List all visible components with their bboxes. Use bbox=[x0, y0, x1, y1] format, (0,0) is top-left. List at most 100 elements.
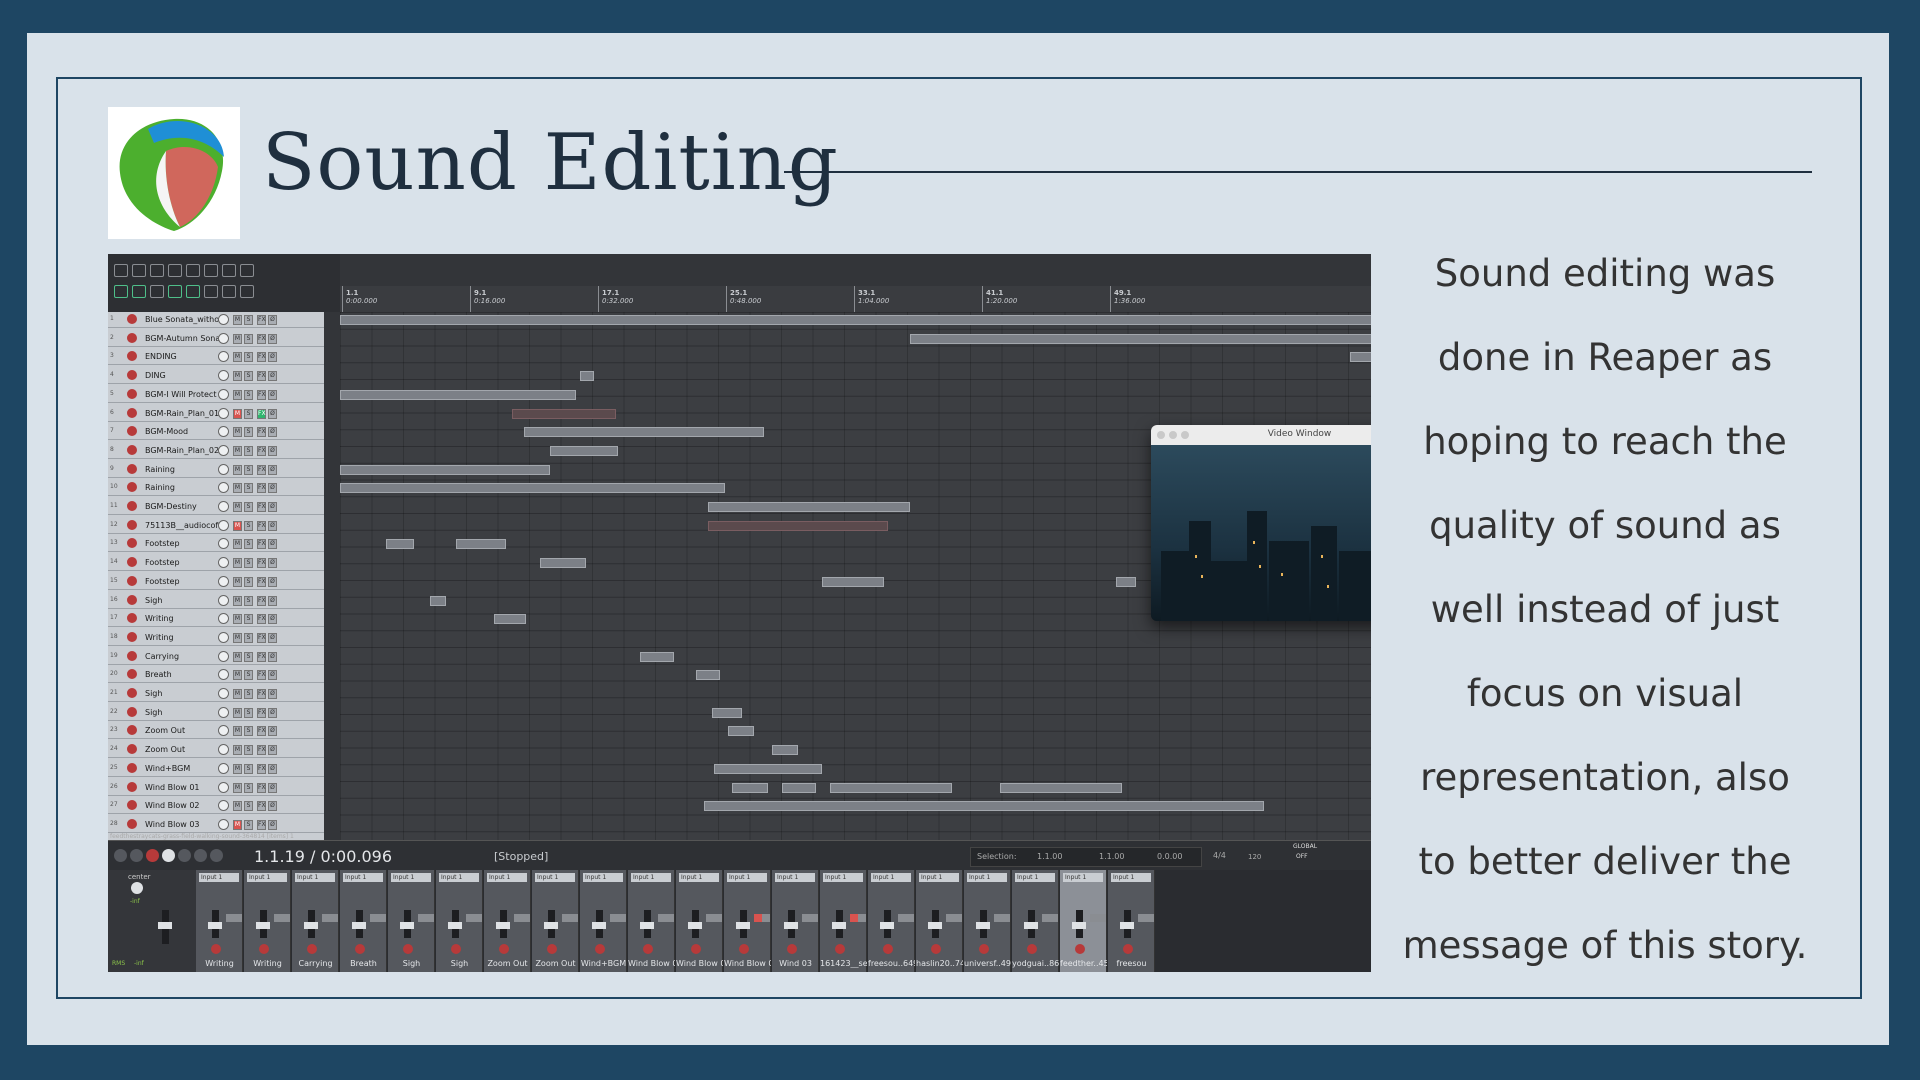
strip-name[interactable]: Sigh bbox=[388, 959, 435, 968]
open-project-icon[interactable] bbox=[132, 264, 146, 277]
input-selector[interactable]: Input 1 bbox=[775, 873, 815, 882]
mute-button[interactable] bbox=[706, 914, 714, 922]
track-name[interactable]: Blue Sonata_withou bbox=[145, 315, 219, 325]
phase-button[interactable]: Ø bbox=[268, 614, 277, 625]
mute-button[interactable]: M bbox=[233, 763, 242, 774]
rewind-icon[interactable] bbox=[130, 849, 143, 862]
record-arm-icon[interactable] bbox=[127, 370, 137, 381]
phase-button[interactable]: Ø bbox=[268, 707, 277, 718]
volume-knob[interactable] bbox=[218, 426, 229, 438]
record-arm-icon[interactable] bbox=[595, 944, 605, 954]
solo-button[interactable] bbox=[906, 914, 914, 922]
volume-knob[interactable] bbox=[218, 314, 229, 325]
mute-button[interactable] bbox=[226, 914, 234, 922]
record-arm-icon[interactable] bbox=[1027, 944, 1037, 954]
solo-button[interactable] bbox=[234, 914, 242, 922]
record-arm-icon[interactable] bbox=[127, 688, 137, 698]
video-window[interactable]: Video Window bbox=[1151, 425, 1371, 621]
track-name[interactable]: Raining bbox=[145, 483, 219, 493]
fader-handle[interactable] bbox=[1024, 922, 1038, 929]
track-row[interactable]: 13 Footstep M S FX Ø bbox=[108, 536, 324, 553]
metronome-icon[interactable] bbox=[222, 264, 236, 277]
track-name[interactable]: Sigh bbox=[145, 596, 219, 606]
input-selector[interactable]: Input 1 bbox=[247, 873, 287, 882]
strip-name[interactable]: Writing bbox=[196, 959, 243, 968]
solo-button[interactable] bbox=[714, 914, 722, 922]
phase-button[interactable]: Ø bbox=[268, 389, 277, 400]
media-item[interactable] bbox=[822, 576, 884, 587]
strip-name[interactable]: Zoom Out bbox=[532, 959, 579, 968]
record-arm-icon[interactable] bbox=[1123, 944, 1133, 954]
mute-button[interactable]: M bbox=[233, 576, 242, 587]
input-selector[interactable]: Input 1 bbox=[679, 873, 719, 882]
record-arm-icon[interactable] bbox=[787, 944, 797, 954]
phase-button[interactable]: Ø bbox=[268, 427, 277, 438]
mixer-strip[interactable]: Input 1 Breath bbox=[340, 870, 387, 972]
mixer-strip[interactable]: Input 1 feedther..4514 bbox=[1060, 870, 1107, 972]
mute-button[interactable]: M bbox=[233, 707, 242, 718]
solo-button[interactable]: S bbox=[244, 352, 253, 363]
media-item[interactable] bbox=[708, 502, 910, 512]
mute-button[interactable] bbox=[658, 914, 666, 922]
track-row[interactable]: 28 Wind Blow 03 M S FX Ø bbox=[108, 817, 324, 833]
mute-button[interactable] bbox=[1042, 914, 1050, 922]
media-item[interactable] bbox=[430, 595, 446, 606]
phase-button[interactable]: Ø bbox=[268, 539, 277, 550]
fx-button[interactable]: FX bbox=[257, 464, 266, 475]
fx-button[interactable]: FX bbox=[257, 352, 266, 363]
fx-button[interactable]: FX bbox=[257, 576, 266, 587]
record-arm-icon[interactable] bbox=[127, 650, 137, 661]
selection-length[interactable]: 0.0.00 bbox=[1157, 852, 1182, 861]
strip-name[interactable]: haslin20..7459 bbox=[916, 959, 963, 968]
volume-knob[interactable] bbox=[218, 688, 229, 699]
record-arm-icon[interactable] bbox=[643, 944, 653, 954]
input-selector[interactable]: Input 1 bbox=[295, 873, 335, 882]
strip-name[interactable]: Sigh bbox=[436, 959, 483, 968]
fx-button[interactable]: FX bbox=[257, 595, 266, 606]
track-name[interactable]: Breath bbox=[145, 670, 219, 680]
strip-name[interactable]: feedther..4514 bbox=[1060, 959, 1107, 968]
save-project-icon[interactable] bbox=[150, 264, 164, 277]
fx-button[interactable]: FX bbox=[257, 819, 266, 830]
volume-knob[interactable] bbox=[218, 706, 229, 718]
fader-handle[interactable] bbox=[880, 922, 894, 929]
redo-icon[interactable] bbox=[204, 264, 218, 277]
input-selector[interactable]: Input 1 bbox=[631, 873, 671, 882]
solo-button[interactable]: S bbox=[244, 558, 253, 569]
record-arm-icon[interactable] bbox=[127, 557, 137, 568]
strip-name[interactable]: Writing bbox=[244, 959, 291, 968]
master-fader[interactable] bbox=[158, 922, 172, 929]
strip-name[interactable]: freesou..6493 bbox=[868, 959, 915, 968]
fx-button[interactable]: FX bbox=[257, 726, 266, 737]
phase-button[interactable]: Ø bbox=[268, 408, 277, 419]
mute-button[interactable] bbox=[322, 914, 330, 922]
phase-button[interactable]: Ø bbox=[268, 801, 277, 812]
fx-button[interactable]: FX bbox=[257, 371, 266, 382]
mute-button[interactable] bbox=[1090, 914, 1098, 922]
record-arm-icon[interactable] bbox=[883, 944, 893, 954]
solo-button[interactable] bbox=[378, 914, 386, 922]
mute-button[interactable]: M bbox=[233, 352, 242, 363]
record-arm-icon[interactable] bbox=[127, 388, 137, 399]
volume-knob[interactable] bbox=[218, 370, 229, 382]
media-item[interactable] bbox=[524, 427, 764, 438]
phase-button[interactable]: Ø bbox=[268, 763, 277, 774]
record-arm-icon[interactable] bbox=[691, 944, 701, 954]
record-arm-icon[interactable] bbox=[127, 519, 137, 530]
phase-button[interactable]: Ø bbox=[268, 520, 277, 531]
mute-button[interactable]: M bbox=[233, 651, 242, 662]
solo-button[interactable]: S bbox=[244, 651, 253, 662]
selection-box[interactable]: Selection: 1.1.00 1.1.00 0.0.00 bbox=[970, 847, 1202, 867]
media-item[interactable] bbox=[456, 539, 506, 550]
timeline-ruler[interactable]: 1.1 0:00.000 9.1 0:16.000 17.1 0:32.000 25.… bbox=[340, 286, 1371, 313]
solo-button[interactable]: S bbox=[244, 315, 253, 325]
mixer-strip[interactable]: Input 1 universf..4951 bbox=[964, 870, 1011, 972]
mute-button[interactable]: M bbox=[233, 333, 242, 344]
volume-knob[interactable] bbox=[218, 538, 229, 550]
input-selector[interactable]: Input 1 bbox=[727, 873, 767, 882]
media-item[interactable] bbox=[340, 464, 550, 475]
mute-button[interactable]: M bbox=[233, 371, 242, 382]
media-item[interactable] bbox=[386, 539, 414, 550]
track-row[interactable]: 14 Footstep M S FX Ø bbox=[108, 555, 324, 572]
fx-button[interactable]: FX bbox=[257, 389, 266, 400]
